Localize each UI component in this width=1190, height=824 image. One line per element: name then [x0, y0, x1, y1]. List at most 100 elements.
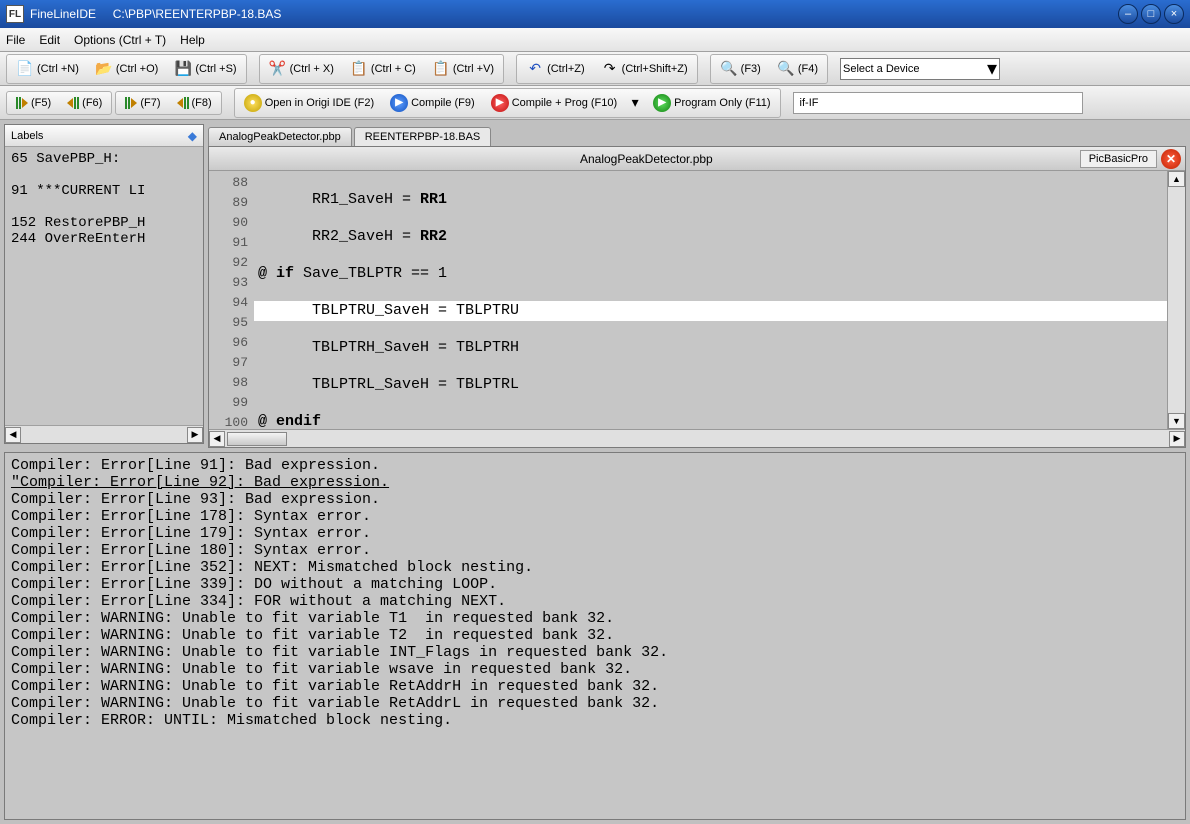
editor-row: Labels ◆ 65 SavePBP_H: 91 ***CURRENT LI … [0, 120, 1190, 450]
code-keyword: if [276, 265, 294, 282]
compiler-output[interactable]: Compiler: Error[Line 91]: Bad expression… [4, 452, 1186, 820]
find-label: (F3) [741, 63, 761, 75]
copy-label: (Ctrl + C) [371, 63, 416, 75]
new-button[interactable]: 📄(Ctrl +N) [9, 56, 86, 82]
file-path: C:\PBP\REENTERPBP-18.BAS [113, 7, 282, 21]
dropdown-arrow-icon[interactable]: ▾ [626, 94, 644, 112]
compile-prog-icon: ▶ [491, 94, 509, 112]
menu-edit[interactable]: Edit [39, 33, 60, 47]
gutter-line: 96 [211, 333, 248, 353]
device-placeholder: Select a Device [843, 63, 919, 75]
scroll-track[interactable] [1168, 187, 1185, 413]
editor-filename: AnalogPeakDetector.pbp [213, 152, 1080, 166]
snippet-input[interactable]: if-IF [793, 92, 1083, 114]
maximize-button[interactable]: □ [1141, 4, 1161, 24]
labels-list[interactable]: 65 SavePBP_H: 91 ***CURRENT LI 152 Resto… [5, 147, 203, 425]
tab-reenterpbp[interactable]: REENTERPBP-18.BAS [354, 127, 492, 146]
findnext-button[interactable]: 🔍(F4) [770, 56, 825, 82]
f5-label: (F5) [31, 97, 51, 109]
titlebar: FL FineLineIDE C:\PBP\REENTERPBP-18.BAS … [0, 0, 1190, 28]
editor-close-button[interactable]: ✕ [1161, 149, 1181, 169]
editor-language[interactable]: PicBasicPro [1080, 150, 1157, 168]
step-over-icon [16, 97, 28, 109]
scroll-up-icon[interactable]: ▲ [1168, 171, 1185, 187]
scroll-right-icon[interactable]: ▶ [187, 427, 203, 443]
editor-hscroll[interactable]: ◀ ▶ [209, 429, 1185, 447]
labels-title: Labels [11, 130, 43, 142]
gutter-line: 94 [211, 293, 248, 313]
code-keyword: RR2 [420, 228, 447, 245]
code-keyword: RR1 [420, 191, 447, 208]
code-keyword: @ [258, 413, 276, 429]
code-editor[interactable]: RR1_SaveH = RR1 RR2_SaveH = RR2 @ if Sav… [254, 171, 1167, 429]
gutter-line: 97 [211, 353, 248, 373]
scroll-left-icon[interactable]: ◀ [209, 431, 225, 447]
magnifier-next-icon: 🔍 [777, 60, 795, 78]
scissors-icon: ✂️ [269, 60, 287, 78]
menu-file[interactable]: File [6, 33, 25, 47]
redo-icon: ↷ [601, 60, 619, 78]
redo-button[interactable]: ↷(Ctrl+Shift+Z) [594, 56, 695, 82]
copy-button[interactable]: 📋(Ctrl + C) [343, 56, 423, 82]
save-button[interactable]: 💾(Ctrl +S) [167, 56, 243, 82]
code-text: RR1_SaveH = [258, 191, 420, 208]
cut-button[interactable]: ✂️(Ctrl + X) [262, 56, 341, 82]
code-text: TBLPTRL_SaveH = TBLPTRL [258, 376, 519, 393]
f6-label: (F6) [82, 97, 102, 109]
editor-header: AnalogPeakDetector.pbp PicBasicPro ✕ [209, 147, 1185, 171]
gutter-line: 93 [211, 273, 248, 293]
scroll-left-icon[interactable]: ◀ [5, 427, 21, 443]
scroll-thumb[interactable] [227, 432, 287, 446]
open-folder-icon: 📂 [95, 60, 113, 78]
compile-icon: ▶ [390, 94, 408, 112]
menu-help[interactable]: Help [180, 33, 205, 47]
line-gutter: 88 89 90 91 92 93 94 95 96 97 98 99 100 [209, 171, 254, 429]
undo-icon: ↶ [526, 60, 544, 78]
gutter-line: 88 [211, 173, 248, 193]
redo-label: (Ctrl+Shift+Z) [622, 63, 688, 75]
toolbar-row-1: 📄(Ctrl +N) 📂(Ctrl +O) 💾(Ctrl +S) ✂️(Ctrl… [0, 52, 1190, 86]
copy-icon: 📋 [350, 60, 368, 78]
snippet-text: if-IF [800, 97, 819, 109]
scroll-down-icon[interactable]: ▼ [1168, 413, 1185, 429]
open-origi-button[interactable]: ●Open in Origi IDE (F2) [237, 90, 381, 116]
compprog-label: Compile + Prog (F10) [512, 97, 617, 109]
app-name: FineLineIDE [30, 7, 96, 21]
step-f6-button[interactable]: (F6) [60, 93, 109, 113]
new-label: (Ctrl +N) [37, 63, 79, 75]
labels-hscroll[interactable]: ◀ ▶ [5, 425, 203, 443]
open-button[interactable]: 📂(Ctrl +O) [88, 56, 165, 82]
code-keyword: endif [276, 413, 321, 429]
code-keyword: @ [258, 265, 276, 282]
undo-label: (Ctrl+Z) [547, 63, 585, 75]
step-f8-button[interactable]: (F8) [170, 93, 219, 113]
gutter-line: 99 [211, 393, 248, 413]
code-wrap: 88 89 90 91 92 93 94 95 96 97 98 99 100 … [209, 171, 1185, 429]
gutter-line: 90 [211, 213, 248, 233]
paste-button[interactable]: 📋(Ctrl +V) [425, 56, 501, 82]
tab-analogpeak[interactable]: AnalogPeakDetector.pbp [208, 127, 352, 146]
labels-header[interactable]: Labels ◆ [5, 125, 203, 147]
program-only-button[interactable]: ▶Program Only (F11) [646, 90, 777, 116]
close-button[interactable]: × [1164, 4, 1184, 24]
scroll-right-icon[interactable]: ▶ [1169, 431, 1185, 447]
compile-button[interactable]: ▶Compile (F9) [383, 90, 482, 116]
gutter-line: 91 [211, 233, 248, 253]
compile-prog-button[interactable]: ▶Compile + Prog (F10) [484, 90, 624, 116]
step-out-icon [125, 97, 137, 109]
menu-options[interactable]: Options (Ctrl + T) [74, 33, 166, 47]
editor-area: AnalogPeakDetector.pbp REENTERPBP-18.BAS… [208, 124, 1186, 448]
new-file-icon: 📄 [16, 60, 34, 78]
undo-button[interactable]: ↶(Ctrl+Z) [519, 56, 592, 82]
editor-vscroll[interactable]: ▲ ▼ [1167, 171, 1185, 429]
step-f7-button[interactable]: (F7) [118, 93, 167, 113]
find-button[interactable]: 🔍(F3) [713, 56, 768, 82]
step-f5-button[interactable]: (F5) [9, 93, 58, 113]
f8-label: (F8) [192, 97, 212, 109]
window-buttons: – □ × [1118, 4, 1184, 24]
device-select[interactable]: Select a Device ▾ [840, 58, 1000, 80]
app-icon: FL [6, 5, 24, 23]
dropdown-diamond-icon[interactable]: ◆ [188, 129, 197, 143]
minimize-button[interactable]: – [1118, 4, 1138, 24]
save-label: (Ctrl +S) [195, 63, 236, 75]
